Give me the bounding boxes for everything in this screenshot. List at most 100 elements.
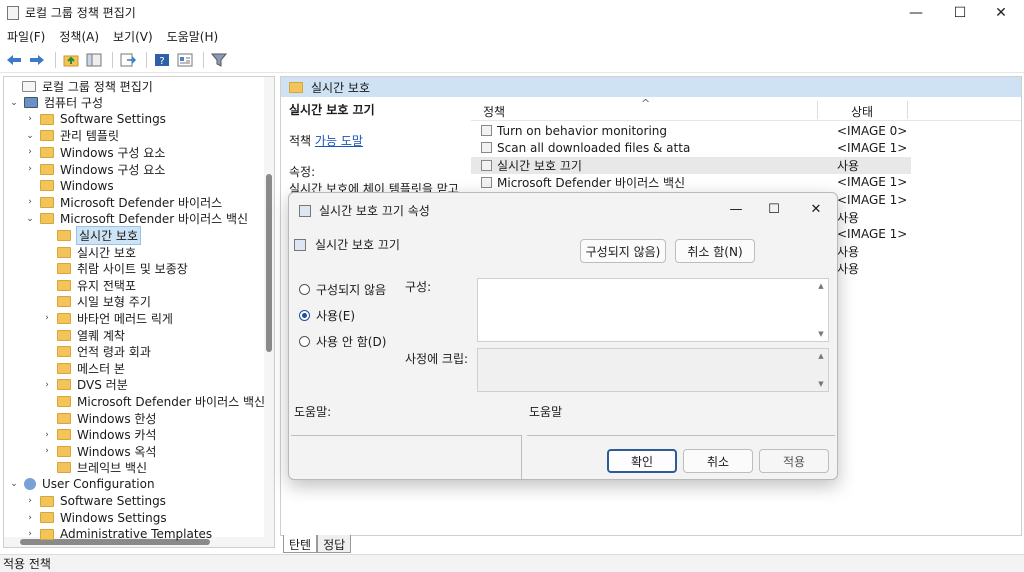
box-scrollbar[interactable]: ▲ ▼ (814, 349, 828, 391)
column-separator[interactable] (817, 101, 818, 119)
chevron-right-icon[interactable]: › (24, 164, 36, 174)
radio-button[interactable] (299, 336, 310, 347)
tree-node[interactable]: › Microsoft Defender 바이러스 (24, 194, 222, 210)
chevron-right-icon[interactable]: › (41, 446, 53, 456)
tree-node[interactable]: › Administrative Templates (24, 526, 212, 542)
tree-node[interactable]: › Windows 구성 요소 (24, 144, 165, 160)
radio-button-checked[interactable] (299, 310, 310, 321)
tree-node[interactable]: 언적 령과 회과 (41, 344, 151, 360)
comment-label: 구성: (405, 280, 432, 294)
edit-policy-link[interactable]: 가능 도말 (315, 134, 363, 148)
tree-node[interactable]: › Windows 카석 (41, 427, 156, 443)
column-header-policy[interactable]: 정책 (483, 103, 505, 120)
tree-node[interactable]: › Software Settings (24, 493, 166, 509)
show-hide-tree-icon[interactable] (84, 50, 104, 70)
details-header: 실시간 보호 (281, 77, 1021, 97)
tree-node[interactable]: › Windows 옥석 (41, 443, 156, 459)
tree-node[interactable]: Microsoft Defender 바이러스 백신 (41, 393, 265, 409)
tree-node[interactable]: ⌄ 컴퓨터 구성 (8, 95, 103, 111)
tree-node[interactable]: 열퀘 계착 (41, 327, 125, 343)
dialog-minimize-button[interactable]: — (721, 199, 751, 219)
tab-extended[interactable]: 탄텐 (283, 535, 318, 553)
tree-node[interactable]: ⌄ User Configuration (8, 476, 154, 492)
up-folder-icon[interactable] (61, 50, 81, 70)
scroll-down-icon[interactable]: ▼ (818, 380, 823, 388)
close-button[interactable]: ✕ (978, 0, 1024, 25)
policy-row[interactable]: Microsoft Defender 바이러스 백신 <IMAGE 1> (471, 174, 911, 191)
menu-action[interactable]: 정책(A) (52, 28, 106, 45)
tree-node[interactable]: 시일 보형 주기 (41, 294, 151, 310)
toolbar-separator (55, 51, 56, 68)
back-arrow-icon[interactable] (4, 50, 24, 70)
chevron-down-icon[interactable]: ⌄ (8, 98, 20, 108)
export-list-icon[interactable] (118, 50, 138, 70)
tree-node[interactable]: 메스터 본 (41, 360, 125, 376)
tree-node[interactable]: 실시간 보호 (41, 225, 142, 245)
tree-node[interactable]: 취람 사이트 및 보종장 (41, 261, 188, 277)
apply-button[interactable]: 적용 (759, 449, 829, 473)
dialog-close-button[interactable]: ✕ (801, 199, 831, 219)
tree-node[interactable]: › Software Settings (24, 111, 166, 127)
column-separator[interactable] (907, 101, 908, 119)
chevron-down-icon[interactable]: ⌄ (24, 131, 36, 141)
chevron-right-icon[interactable]: › (24, 529, 36, 539)
tree-node[interactable]: ⌄ 관리 템플릿 (24, 128, 119, 144)
tree-node[interactable]: ⌄ Microsoft Defender 바이러스 백신 (24, 211, 248, 227)
tab-standard[interactable]: 정답 (317, 535, 352, 553)
forward-arrow-icon[interactable] (27, 50, 47, 70)
folder-icon (40, 113, 54, 125)
scroll-up-icon[interactable]: ▲ (818, 282, 823, 290)
previous-setting-button[interactable]: 구성되지 않음) (580, 239, 666, 263)
chevron-right-icon[interactable]: › (24, 513, 36, 523)
dialog-maximize-button[interactable]: ☐ (759, 199, 789, 219)
tree-node[interactable]: › DVS 러분 (41, 377, 128, 393)
tree-node[interactable]: 유지 전택포 (41, 277, 136, 293)
scrollbar-thumb[interactable] (266, 174, 272, 352)
tree-node[interactable]: › Windows 구성 요소 (24, 161, 165, 177)
tree-node[interactable]: 실시간 보호 (41, 244, 136, 260)
maximize-button[interactable]: ☐ (937, 0, 983, 25)
chevron-right-icon[interactable]: › (24, 197, 36, 207)
chevron-down-icon[interactable]: ⌄ (8, 479, 20, 489)
radio-enabled[interactable]: 사용(E) (299, 307, 355, 324)
chevron-right-icon[interactable]: › (41, 313, 53, 323)
radio-button[interactable] (299, 284, 310, 295)
tree-node[interactable]: Windows (24, 178, 114, 194)
filter-icon[interactable] (209, 50, 229, 70)
chevron-right-icon[interactable]: › (24, 147, 36, 157)
menu-file[interactable]: 파일(F) (0, 28, 52, 45)
chevron-right-icon[interactable]: › (24, 114, 36, 124)
tree-node-label: Windows Settings (60, 510, 167, 525)
tree-node[interactable]: Windows 한성 (41, 410, 156, 426)
tree-node[interactable]: 브레익브 백신 (41, 460, 147, 476)
menu-view[interactable]: 보기(V) (106, 28, 160, 45)
comment-textarea[interactable]: ▲ ▼ (477, 278, 829, 342)
minimize-button[interactable]: — (893, 0, 939, 25)
scroll-up-icon[interactable]: ▲ (818, 352, 823, 360)
help-icon[interactable]: ? (152, 50, 172, 70)
chevron-right-icon[interactable]: › (24, 496, 36, 506)
properties-icon[interactable] (175, 50, 195, 70)
chevron-right-icon[interactable]: › (41, 430, 53, 440)
column-header-state[interactable]: 상태 (851, 103, 873, 120)
tree-node[interactable]: › Windows Settings (24, 510, 167, 526)
tree-pane[interactable]: 로컬 그룹 정책 편집기 ⌄ 컴퓨터 구성 › Software Settings ⌄ 관리… (3, 76, 275, 548)
chevron-down-icon[interactable]: ⌄ (24, 214, 36, 224)
next-setting-button[interactable]: 취소 함(N) (675, 239, 755, 263)
folder-icon (40, 130, 54, 142)
policy-row[interactable]: Turn on behavior monitoring <IMAGE 0> (471, 122, 911, 139)
textarea-scrollbar[interactable]: ▲ ▼ (814, 279, 828, 341)
radio-disabled[interactable]: 사용 안 함(D) (299, 333, 386, 350)
policy-state: <IMAGE 1> (837, 192, 908, 207)
tree-vertical-scrollbar[interactable] (264, 77, 274, 547)
policy-row[interactable]: Scan all downloaded files & atta <IMAGE 1… (471, 139, 911, 156)
cancel-button[interactable]: 취소 (683, 449, 753, 473)
ok-button[interactable]: 확인 (607, 449, 677, 473)
chevron-right-icon[interactable]: › (41, 380, 53, 390)
radio-not-configured[interactable]: 구성되지 않음 (299, 281, 386, 298)
policy-row[interactable]: 실시간 보호 끄기 사용 (471, 156, 911, 174)
menu-help[interactable]: 도움말(H) (160, 28, 226, 45)
scroll-down-icon[interactable]: ▼ (818, 330, 823, 338)
tree-node[interactable]: 로컬 그룹 정책 편집기 (6, 78, 153, 94)
tree-node[interactable]: › 바타언 메러드 릭게 (41, 310, 173, 326)
